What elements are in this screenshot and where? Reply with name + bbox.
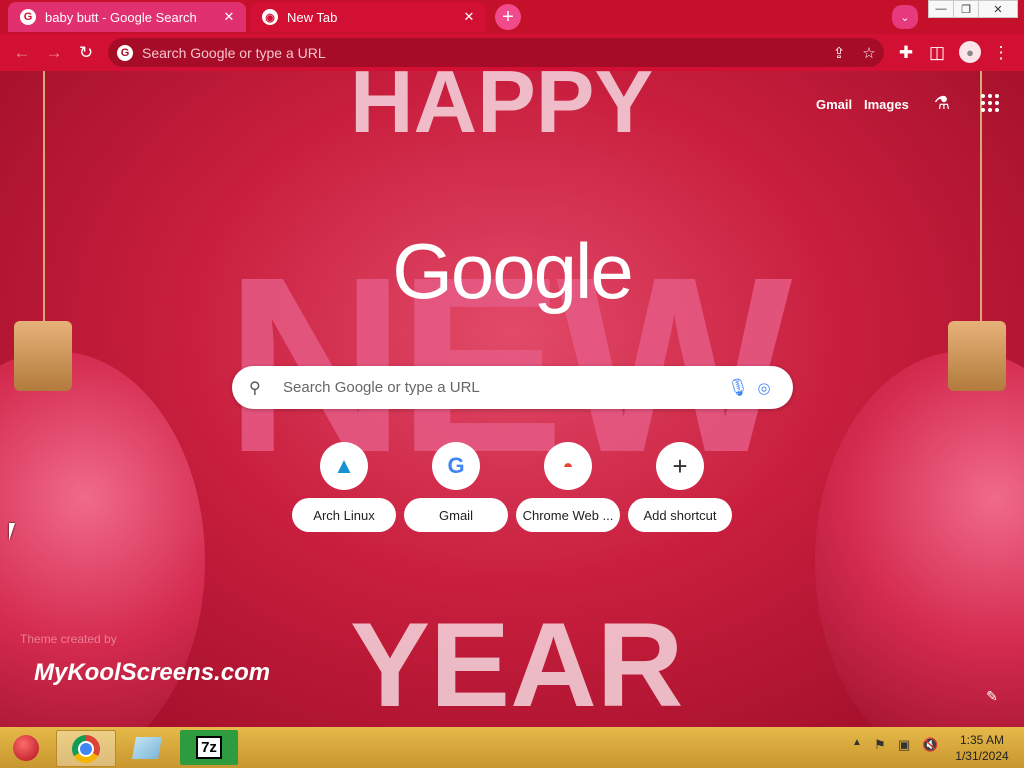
- microphone-icon[interactable]: 🎙: [725, 378, 751, 398]
- google-apps-icon[interactable]: [978, 91, 1002, 115]
- tray-expand-icon[interactable]: ▲: [852, 737, 862, 748]
- shortcut-label: Add shortcut: [628, 498, 732, 532]
- share-icon[interactable]: ⇪: [824, 44, 854, 62]
- close-icon[interactable]: ✕: [220, 8, 238, 26]
- tab-title: New Tab: [287, 9, 338, 25]
- tab-strip: G baby butt - Google Search ✕ ◉ New Tab …: [0, 0, 1024, 34]
- labs-flask-icon[interactable]: ⚗: [930, 91, 954, 115]
- search-icon: ⚲: [249, 379, 261, 397]
- window-close-button[interactable]: ✕: [978, 0, 1018, 18]
- ornament-string: [43, 71, 45, 326]
- taskbar: 7z ▲ ⚑ ▣ 🔇 1:35 AM 1/31/2024: [0, 727, 1024, 768]
- tab-new-tab[interactable]: ◉ New Tab ✕: [250, 2, 486, 32]
- customize-pencil-icon[interactable]: ✎: [981, 685, 1003, 707]
- taskbar-7zip[interactable]: 7z: [180, 730, 238, 765]
- mouse-cursor-icon: [9, 523, 15, 541]
- start-button[interactable]: [2, 730, 50, 765]
- ornament-cap-right: [948, 321, 1006, 391]
- tab-search-results[interactable]: G baby butt - Google Search ✕: [8, 2, 246, 32]
- forward-button[interactable]: →: [41, 40, 67, 66]
- side-panel-icon[interactable]: ◫: [924, 40, 950, 66]
- search-box[interactable]: ⚲ Search Google or type a URL 🎙 ◎: [232, 366, 793, 409]
- tab-search-button[interactable]: ⌄: [892, 5, 918, 29]
- reload-button[interactable]: ↻: [73, 40, 99, 66]
- volume-muted-icon[interactable]: 🔇: [922, 737, 938, 753]
- profile-avatar[interactable]: ●: [959, 41, 981, 63]
- address-bar-placeholder: Search Google or type a URL: [142, 44, 326, 61]
- browser-toolbar: ← → ↻ G Search Google or type a URL ⇪ ☆ …: [0, 34, 1024, 71]
- background-text-happy: HAPPY: [350, 71, 654, 151]
- shortcut-chrome-web-store[interactable]: ◓ Chrome Web ...: [516, 442, 620, 534]
- shortcut-add[interactable]: + Add shortcut: [628, 442, 732, 534]
- clock-date: 1/31/2024: [955, 749, 1009, 763]
- bookmark-star-icon[interactable]: ☆: [854, 44, 884, 62]
- chrome-web-store-icon: ◓: [544, 442, 592, 490]
- search-placeholder: Search Google or type a URL: [283, 379, 480, 396]
- new-tab-button[interactable]: +: [495, 4, 521, 30]
- taskbar-chrome[interactable]: [56, 730, 116, 767]
- shortcut-label: Arch Linux: [292, 498, 396, 532]
- chrome-menu-icon[interactable]: ⋮: [988, 40, 1014, 66]
- arch-linux-icon: ▲: [320, 442, 368, 490]
- google-logo: Google: [392, 227, 634, 315]
- address-bar[interactable]: G Search Google or type a URL ⇪ ☆: [108, 38, 884, 67]
- minimize-button[interactable]: —: [928, 0, 954, 18]
- gmail-link[interactable]: Gmail: [816, 97, 852, 112]
- new-tab-page: HAPPY NEW YEAR Gmail Images ⚗ Google ⚲ S…: [0, 71, 1024, 727]
- ornament-start-icon: [13, 734, 39, 761]
- camera-lens-icon[interactable]: ◎: [751, 379, 777, 397]
- clock-time: 1:35 AM: [959, 733, 1005, 747]
- shortcut-gmail[interactable]: G Gmail: [404, 442, 508, 534]
- tab-title: baby butt - Google Search: [45, 9, 197, 25]
- back-button[interactable]: ←: [9, 40, 35, 66]
- google-g-icon: G: [432, 442, 480, 490]
- shortcut-arch-linux[interactable]: ▲ Arch Linux: [292, 442, 396, 534]
- images-link[interactable]: Images: [864, 97, 909, 112]
- taskbar-file-manager[interactable]: [118, 730, 176, 765]
- file-manager-icon: [132, 736, 162, 759]
- google-g-icon: G: [117, 44, 133, 61]
- theme-credit: Theme created by: [20, 632, 117, 646]
- extensions-icon[interactable]: ✚: [893, 40, 919, 66]
- ornament-right: [815, 351, 1024, 727]
- shortcut-label: Gmail: [404, 498, 508, 532]
- google-g-icon: G: [20, 9, 36, 25]
- ornament-cap-left: [14, 321, 72, 391]
- background-text-year: YEAR: [350, 598, 684, 727]
- 7zip-icon: 7z: [196, 736, 222, 759]
- network-icon[interactable]: ▣: [898, 737, 910, 753]
- restore-button[interactable]: ❐: [953, 0, 979, 18]
- flag-icon[interactable]: ⚑: [874, 737, 886, 753]
- close-icon[interactable]: ✕: [460, 8, 478, 26]
- plus-icon: +: [656, 442, 704, 490]
- shortcut-label: Chrome Web ...: [516, 498, 620, 532]
- chrome-icon: [72, 734, 100, 763]
- system-clock[interactable]: 1:35 AM 1/31/2024: [946, 732, 1018, 764]
- chrome-icon: ◉: [262, 9, 278, 25]
- theme-brand[interactable]: MyKoolScreens.com: [34, 659, 270, 687]
